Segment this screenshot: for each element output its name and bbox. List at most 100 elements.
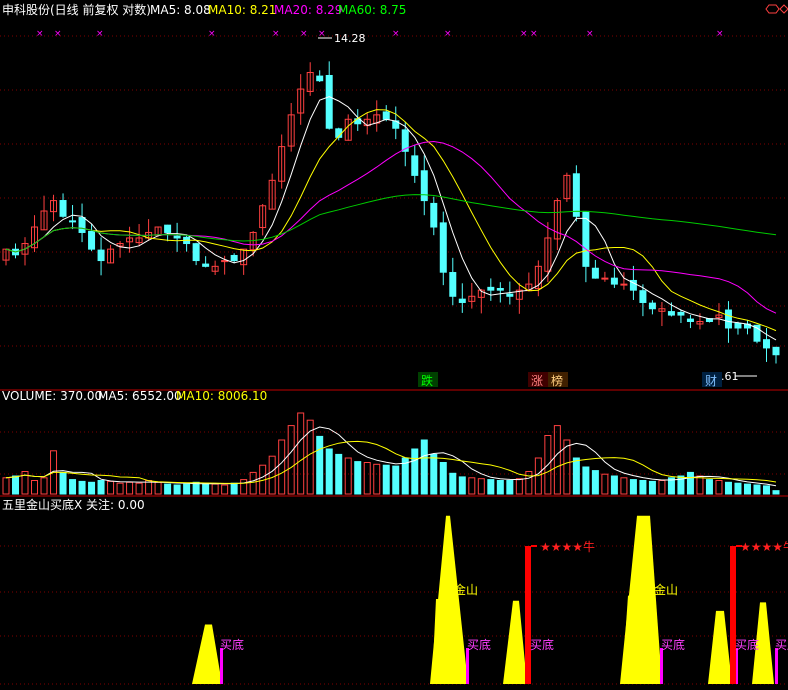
candle-body [325, 74, 333, 129]
volume-bar [477, 478, 485, 495]
x-mark: × [318, 29, 326, 39]
x-mark: × [586, 29, 594, 39]
x-mark: × [208, 29, 216, 39]
volume-bar [411, 448, 419, 495]
candle-body [677, 311, 685, 316]
volume-bar [705, 479, 713, 495]
volume-bar [173, 484, 181, 495]
volume-bar [582, 466, 590, 495]
volume-bar [496, 480, 504, 495]
candle-body [610, 277, 618, 285]
chart-canvas[interactable]: × × × × × × × × × × × × × 申科股份(日线 前复权 对数) MA5: 8.08 … [0, 0, 788, 686]
volume-bar [382, 464, 390, 495]
volume-bar [639, 480, 647, 495]
bull-signal-label: ★★★★牛 [540, 539, 595, 554]
volume-bar [449, 472, 457, 495]
candle-body [430, 202, 438, 228]
candle-body [458, 298, 466, 303]
volume-bar [183, 483, 191, 495]
volume-bar [59, 471, 67, 495]
volume-bar [363, 462, 371, 495]
volume-bar [88, 481, 96, 495]
volume-bar [287, 425, 295, 495]
candle-body [620, 283, 628, 286]
volume-bar [249, 471, 257, 495]
event-tag-zhang[interactable]: 涨 [531, 373, 543, 388]
volume-bar [553, 425, 561, 495]
volume-bar [648, 480, 656, 495]
x-mark: × [36, 29, 44, 39]
event-tag-cai[interactable]: 财 [705, 374, 717, 388]
indicator-panel[interactable] [192, 515, 778, 684]
x-mark: × [444, 29, 452, 39]
volume-bar [734, 482, 742, 495]
volume-bar [40, 477, 48, 495]
volume-panel[interactable] [2, 412, 780, 495]
volume-ma10-line [5, 440, 777, 484]
volume-bar [468, 477, 476, 495]
indicator-title: 五里金山买底X 关注: 0.00 [2, 497, 145, 512]
volume-bar [629, 479, 637, 495]
candle-body [772, 346, 780, 356]
candle-body [506, 293, 514, 297]
golden-mountain-label: 金山 [654, 582, 678, 597]
volume-bar [164, 483, 172, 495]
x-mark: × [96, 29, 104, 39]
volume-bar [715, 480, 723, 495]
volume-bar [344, 457, 352, 495]
event-tag-bang[interactable]: 榜 [551, 373, 563, 388]
maximize-icon[interactable] [765, 4, 780, 14]
ma10-line [5, 109, 777, 332]
volume-bar [572, 457, 580, 495]
bull-signal-bar [730, 546, 736, 684]
candle-body [591, 267, 599, 279]
candle-body [487, 286, 495, 291]
diamond-icon[interactable] [779, 4, 788, 14]
x-mark: × [300, 29, 308, 39]
x-mark: × [272, 29, 280, 39]
candle-body [639, 290, 647, 303]
candle-body [572, 173, 580, 217]
yellow-signal-area [432, 599, 446, 684]
candle-body [734, 322, 742, 329]
high-price-label: 14.28 [334, 32, 366, 45]
volume-bar [392, 465, 400, 495]
volume-bar [12, 475, 20, 495]
candle-body [316, 75, 324, 82]
yellow-signal-area [192, 624, 222, 684]
volume-bar [230, 482, 238, 495]
volume-bar [762, 485, 770, 495]
buy-bottom-label: 买底 [530, 637, 554, 652]
volume-bar [515, 478, 523, 495]
golden-mountain-label: 金山 [454, 582, 478, 597]
ma10-label: MA10: 8.21 [208, 3, 276, 17]
candle-body [420, 170, 428, 202]
candle-body [192, 243, 200, 262]
volume-bar [325, 448, 333, 495]
candle-body [97, 249, 105, 262]
volume-bar [487, 479, 495, 495]
candle-body [59, 200, 67, 217]
volume-bar [439, 462, 447, 495]
buy-bottom-tick [466, 648, 469, 684]
volume-bar [743, 483, 751, 495]
candle-body [724, 309, 732, 329]
volume-bar [525, 471, 533, 495]
volume-bar [772, 490, 780, 495]
volume-bar [221, 484, 229, 495]
volume-bar [135, 482, 143, 495]
event-tag-die[interactable]: 跌 [421, 373, 433, 388]
volume-bar [268, 455, 276, 495]
candle-body [648, 302, 656, 310]
ma5-label: MA5: 8.08 [150, 3, 211, 17]
candle-body [69, 220, 77, 223]
volume-bar [430, 453, 438, 495]
candle-body [439, 222, 447, 273]
ma20-label: MA20: 8.29 [274, 3, 342, 17]
volume-title: VOLUME: 370.00 [2, 389, 102, 403]
volume-bar [724, 481, 732, 495]
buy-bottom-label: 买底 [661, 637, 685, 652]
price-panel[interactable]: × × × × × × × × × × × × × [2, 29, 780, 377]
volume-bar [373, 463, 381, 495]
buy-bottom-label: 买底 [467, 637, 491, 652]
